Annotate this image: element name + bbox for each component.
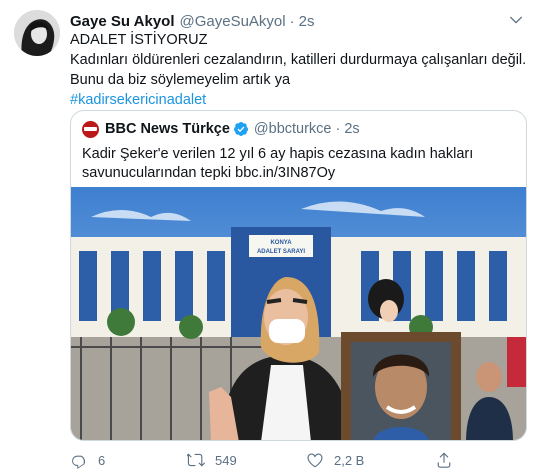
- building-sign-line1: KONYA: [270, 240, 292, 246]
- caret-down-icon[interactable]: [508, 12, 524, 28]
- like-count: 2,2 B: [334, 452, 365, 468]
- quoted-tweet-photo[interactable]: KONYA ADALET SARAYI: [71, 187, 527, 441]
- share-button[interactable]: [435, 448, 463, 472]
- retweet-icon: [187, 453, 205, 467]
- tweet[interactable]: Gaye Su Akyol @GayeSuAkyol · 2s ADALET İ…: [0, 0, 540, 476]
- tweet-text-line1: ADALET İSTİYORUZ: [70, 32, 208, 48]
- like-icon: [307, 453, 323, 468]
- separator: ·: [289, 12, 295, 30]
- quoted-time[interactable]: 2s: [344, 121, 359, 137]
- quoted-author-name[interactable]: BBC News Türkçe: [105, 121, 230, 137]
- quoted-separator: ·: [335, 121, 341, 137]
- verified-icon: [233, 122, 248, 136]
- retweet-count: 549: [215, 452, 237, 468]
- reply-icon: [72, 455, 86, 469]
- retweet-button[interactable]: 549: [187, 448, 237, 472]
- author-handle[interactable]: @GayeSuAkyol: [180, 13, 286, 30]
- share-icon: [437, 452, 451, 468]
- quoted-tweet-header: BBC News Türkçe @bbcturkce · 2s: [82, 120, 360, 138]
- tweet-text: ADALET İSTİYORUZ Kadınları öldürenleri c…: [70, 30, 530, 110]
- quoted-tweet[interactable]: BBC News Türkçe @bbcturkce · 2s Kadir Şe…: [70, 110, 527, 441]
- tweet-actions: 6 549 2,2 B: [70, 448, 470, 472]
- hashtag-link[interactable]: #kadirsekericinadalet: [70, 90, 530, 110]
- tweet-time[interactable]: 2s: [299, 13, 315, 30]
- author-name[interactable]: Gaye Su Akyol: [70, 13, 175, 30]
- reply-count: 6: [98, 452, 106, 468]
- avatar[interactable]: [14, 10, 60, 56]
- tweet-header: Gaye Su Akyol @GayeSuAkyol · 2s: [70, 11, 526, 31]
- like-button[interactable]: 2,2 B: [306, 448, 364, 472]
- quoted-author-handle[interactable]: @bbcturkce: [254, 121, 332, 137]
- reply-button[interactable]: 6: [70, 448, 105, 472]
- quoted-tweet-text: Kadir Şeker'e verilen 12 yıl 6 ay hapis …: [82, 146, 474, 181]
- building-sign-line2: ADALET SARAYI: [257, 249, 305, 255]
- tweet-text-body: Kadınları öldürenleri cezalandırın, kati…: [70, 52, 527, 88]
- bbc-avatar[interactable]: [82, 120, 99, 138]
